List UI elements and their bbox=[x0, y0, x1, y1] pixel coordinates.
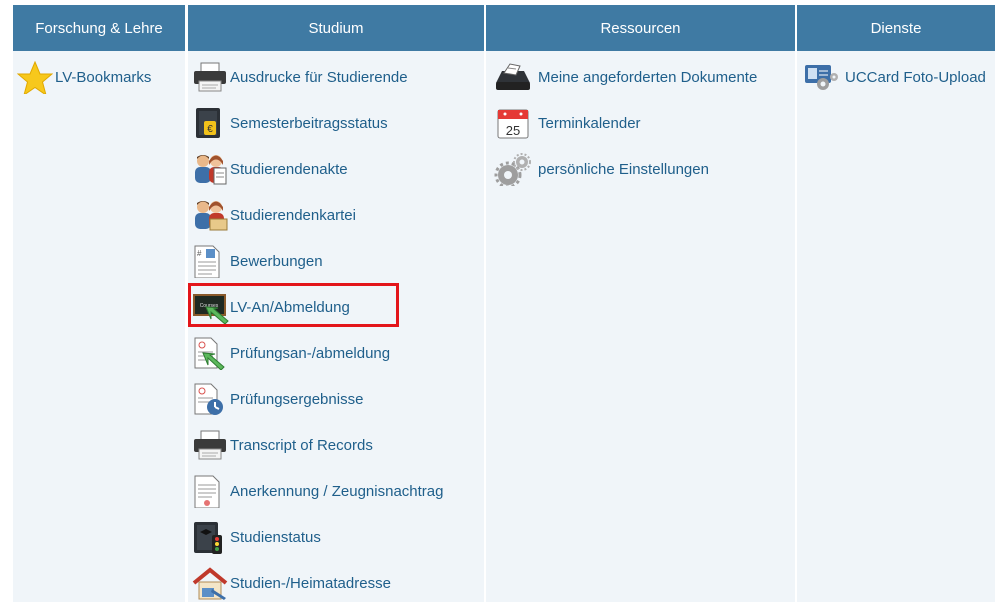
svg-text:€: € bbox=[207, 124, 213, 135]
menu-item-label: Bewerbungen bbox=[230, 252, 323, 270]
students-file-icon bbox=[188, 152, 230, 186]
menu-item-label: Prüfungsergebnisse bbox=[230, 390, 364, 408]
certificate-document-icon bbox=[188, 474, 230, 508]
menu-item-angeforderte-dokumente[interactable]: Meine angeforderten Dokumente bbox=[486, 60, 757, 94]
menu-item-studierendenkartei[interactable]: Studierendenkartei bbox=[188, 198, 356, 232]
column-ressourcen: Ressourcen Meine angeforderten Dokumente… bbox=[486, 5, 795, 602]
column-header-forschung-lehre: Forschung & Lehre bbox=[13, 5, 185, 51]
study-status-icon bbox=[188, 520, 230, 554]
gears-icon bbox=[486, 152, 538, 186]
menu-item-terminkalender[interactable]: 25 Terminkalender bbox=[486, 106, 641, 140]
menu-item-pruefungsergebnisse[interactable]: Prüfungsergebnisse bbox=[188, 382, 363, 416]
course-blackboard-icon: Courses bbox=[188, 290, 230, 324]
menu-item-lv-bookmarks[interactable]: LV-Bookmarks bbox=[13, 60, 151, 94]
exam-results-icon bbox=[188, 382, 230, 416]
students-card-icon bbox=[188, 198, 230, 232]
menu-item-label: Studien-/Heimatadresse bbox=[230, 574, 391, 592]
menu-item-label: Semesterbeitragsstatus bbox=[230, 114, 388, 132]
application-document-icon: # bbox=[188, 244, 230, 278]
calendar-day: 25 bbox=[506, 123, 520, 138]
menu-item-label: UCCard Foto-Upload bbox=[845, 68, 986, 86]
menu-item-label: LV-Bookmarks bbox=[55, 68, 152, 86]
menu-item-label: Terminkalender bbox=[538, 114, 641, 132]
menu-item-label: Studienstatus bbox=[230, 528, 321, 546]
printer-icon bbox=[188, 428, 230, 462]
menu-item-ausdrucke[interactable]: Ausdrucke für Studierende bbox=[188, 60, 408, 94]
column-dienste: Dienste UCCard Foto-Upload bbox=[797, 5, 995, 602]
menu-item-heimatadresse[interactable]: Studien-/Heimatadresse bbox=[188, 566, 391, 600]
column-studium: Studium Ausdrucke für Studierende € Seme… bbox=[188, 5, 484, 602]
column-header-studium: Studium bbox=[188, 5, 484, 51]
document-printer-icon bbox=[486, 60, 538, 94]
fee-book-icon: € bbox=[188, 106, 230, 140]
photo-card-upload-icon bbox=[797, 60, 845, 94]
menu-item-transcript-of-records[interactable]: Transcript of Records bbox=[188, 428, 373, 462]
column-header-ressourcen: Ressourcen bbox=[486, 5, 795, 51]
printer-icon bbox=[188, 60, 230, 94]
menu-item-label: Studierendenkartei bbox=[230, 206, 356, 224]
menu-item-label: Studierendenakte bbox=[230, 160, 348, 178]
star-icon bbox=[13, 60, 55, 94]
menu-item-studienstatus[interactable]: Studienstatus bbox=[188, 520, 321, 554]
calendar-icon: 25 bbox=[486, 106, 538, 140]
menu-item-label: Transcript of Records bbox=[230, 436, 373, 454]
column-header-dienste: Dienste bbox=[797, 5, 995, 51]
menu-item-pruefungsanmeldung[interactable]: Prüfungsan-/abmeldung bbox=[188, 336, 390, 370]
menu-item-bewerbungen[interactable]: # Bewerbungen bbox=[188, 244, 323, 278]
menu-item-label: persönliche Einstellungen bbox=[538, 160, 709, 178]
menu-item-label: Anerkennung / Zeugnisnachtrag bbox=[230, 482, 444, 500]
menu-item-label: LV-An/Abmeldung bbox=[230, 298, 350, 316]
exam-registration-icon bbox=[188, 336, 230, 370]
home-address-icon bbox=[188, 566, 230, 600]
menu-item-label: Meine angeforderten Dokumente bbox=[538, 68, 758, 86]
svg-text:#: # bbox=[197, 249, 202, 258]
menu-item-label: Ausdrucke für Studierende bbox=[230, 68, 408, 86]
menu-item-anerkennung[interactable]: Anerkennung / Zeugnisnachtrag bbox=[188, 474, 443, 508]
menu-item-lv-an-abmeldung[interactable]: Courses LV-An/Abmeldung bbox=[188, 290, 350, 324]
menu-item-studierendenakte[interactable]: Studierendenakte bbox=[188, 152, 348, 186]
menu-item-uccard-foto-upload[interactable]: UCCard Foto-Upload bbox=[797, 60, 986, 94]
menu-item-semesterbeitragsstatus[interactable]: € Semesterbeitragsstatus bbox=[188, 106, 388, 140]
menu-item-persoenliche-einstellungen[interactable]: persönliche Einstellungen bbox=[486, 152, 709, 186]
column-forschung-lehre: Forschung & Lehre LV-Bookmarks bbox=[13, 5, 185, 602]
menu-item-label: Prüfungsan-/abmeldung bbox=[230, 344, 391, 362]
